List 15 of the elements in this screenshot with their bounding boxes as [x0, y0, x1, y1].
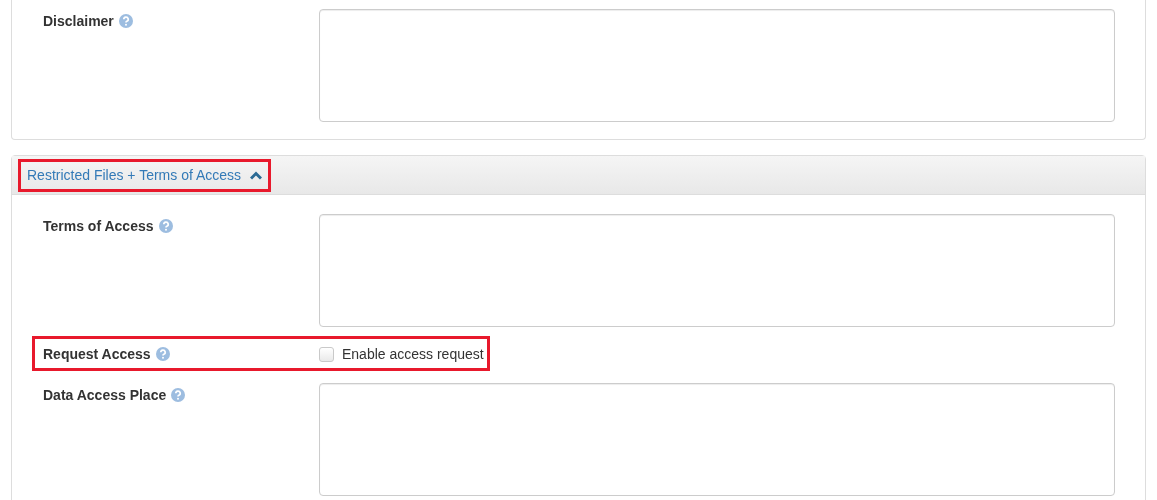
help-icon[interactable]: [155, 347, 170, 361]
help-icon[interactable]: [118, 14, 133, 28]
chevron-up-icon: [250, 170, 263, 180]
help-icon[interactable]: [158, 219, 173, 233]
field-label: Disclaimer: [43, 13, 114, 29]
text-area[interactable]: [319, 214, 1115, 327]
field-label: Data Access Place: [43, 387, 167, 403]
section-toggle-link[interactable]: Restricted Files + Terms of Access: [27, 167, 263, 183]
checkbox[interactable]: [319, 346, 334, 362]
checkbox-label[interactable]: Enable access request: [342, 346, 484, 362]
help-icon[interactable]: [171, 388, 186, 402]
text-area[interactable]: [319, 9, 1115, 122]
field-label: Request Access: [43, 346, 151, 362]
text-area[interactable]: [319, 383, 1115, 496]
field-label: Terms of Access: [43, 218, 154, 234]
